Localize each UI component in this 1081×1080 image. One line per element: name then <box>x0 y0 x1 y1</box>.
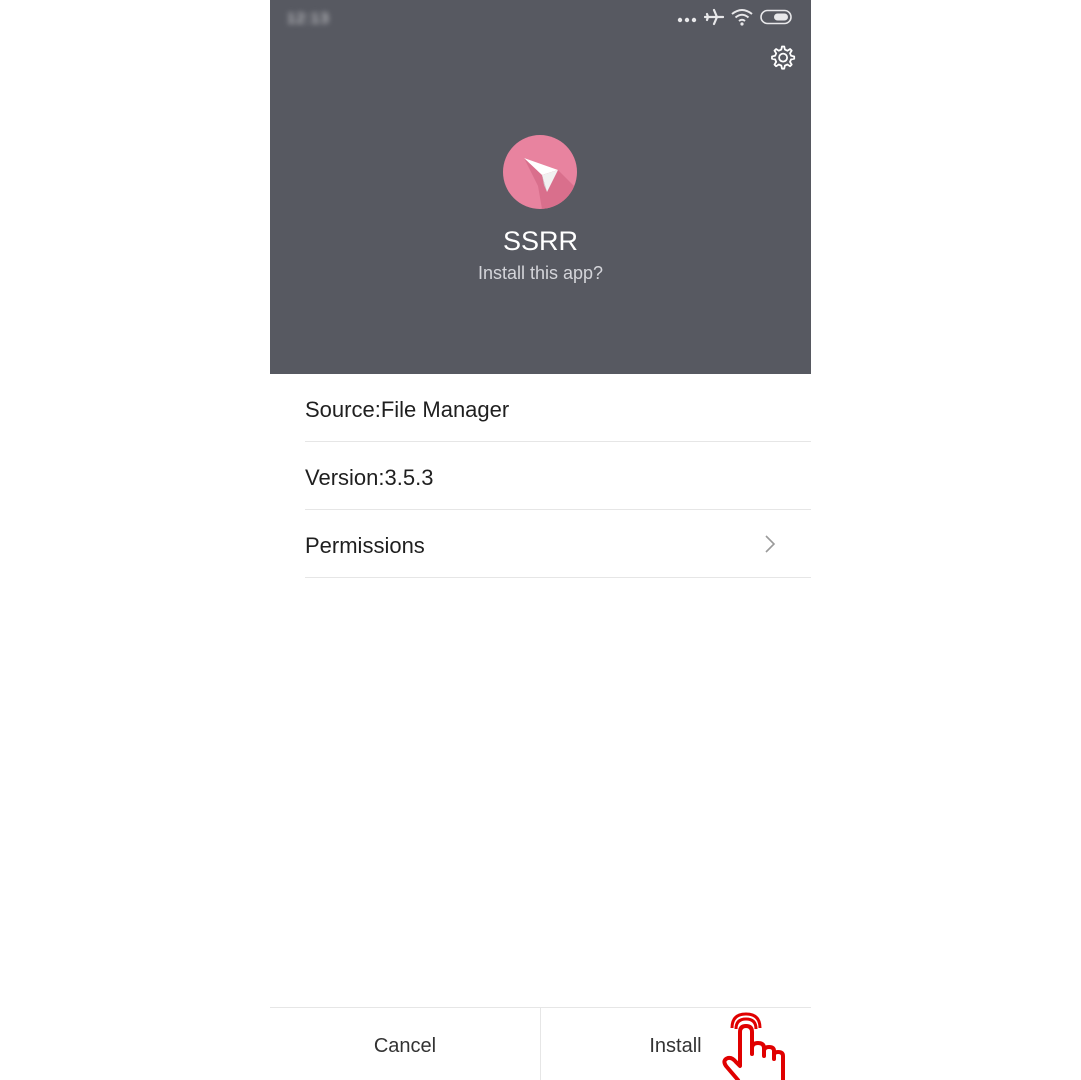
hand-pointer-icon <box>716 1010 796 1080</box>
battery-icon <box>760 9 794 30</box>
signal-dots-icon <box>677 10 697 28</box>
status-bar: 12:13 <box>270 0 811 38</box>
permissions-row[interactable]: Permissions <box>305 511 811 578</box>
install-dialog-screen: 12:13 SSRR Install this app? Source:File… <box>270 0 811 1080</box>
airplane-icon <box>703 8 725 31</box>
status-icons <box>670 8 794 30</box>
gear-icon[interactable] <box>767 43 797 73</box>
wifi-icon <box>731 8 753 31</box>
version-label: Version:3.5.3 <box>305 465 434 490</box>
version-row: Version:3.5.3 <box>305 443 811 510</box>
source-row: Source:File Manager <box>305 375 811 442</box>
paper-plane-icon <box>502 134 578 210</box>
page: 12:13 SSRR Install this app? Source:File… <box>0 0 1081 1080</box>
app-header: 12:13 SSRR Install this app? <box>270 0 811 374</box>
source-label: Source:File Manager <box>305 397 510 422</box>
cancel-button[interactable]: Cancel <box>270 1008 540 1080</box>
install-prompt: Install this app? <box>477 263 604 283</box>
permissions-label: Permissions <box>305 533 425 558</box>
status-time: 12:13 <box>287 10 330 27</box>
chevron-right-icon <box>764 534 776 554</box>
app-name: SSRR <box>502 226 578 256</box>
